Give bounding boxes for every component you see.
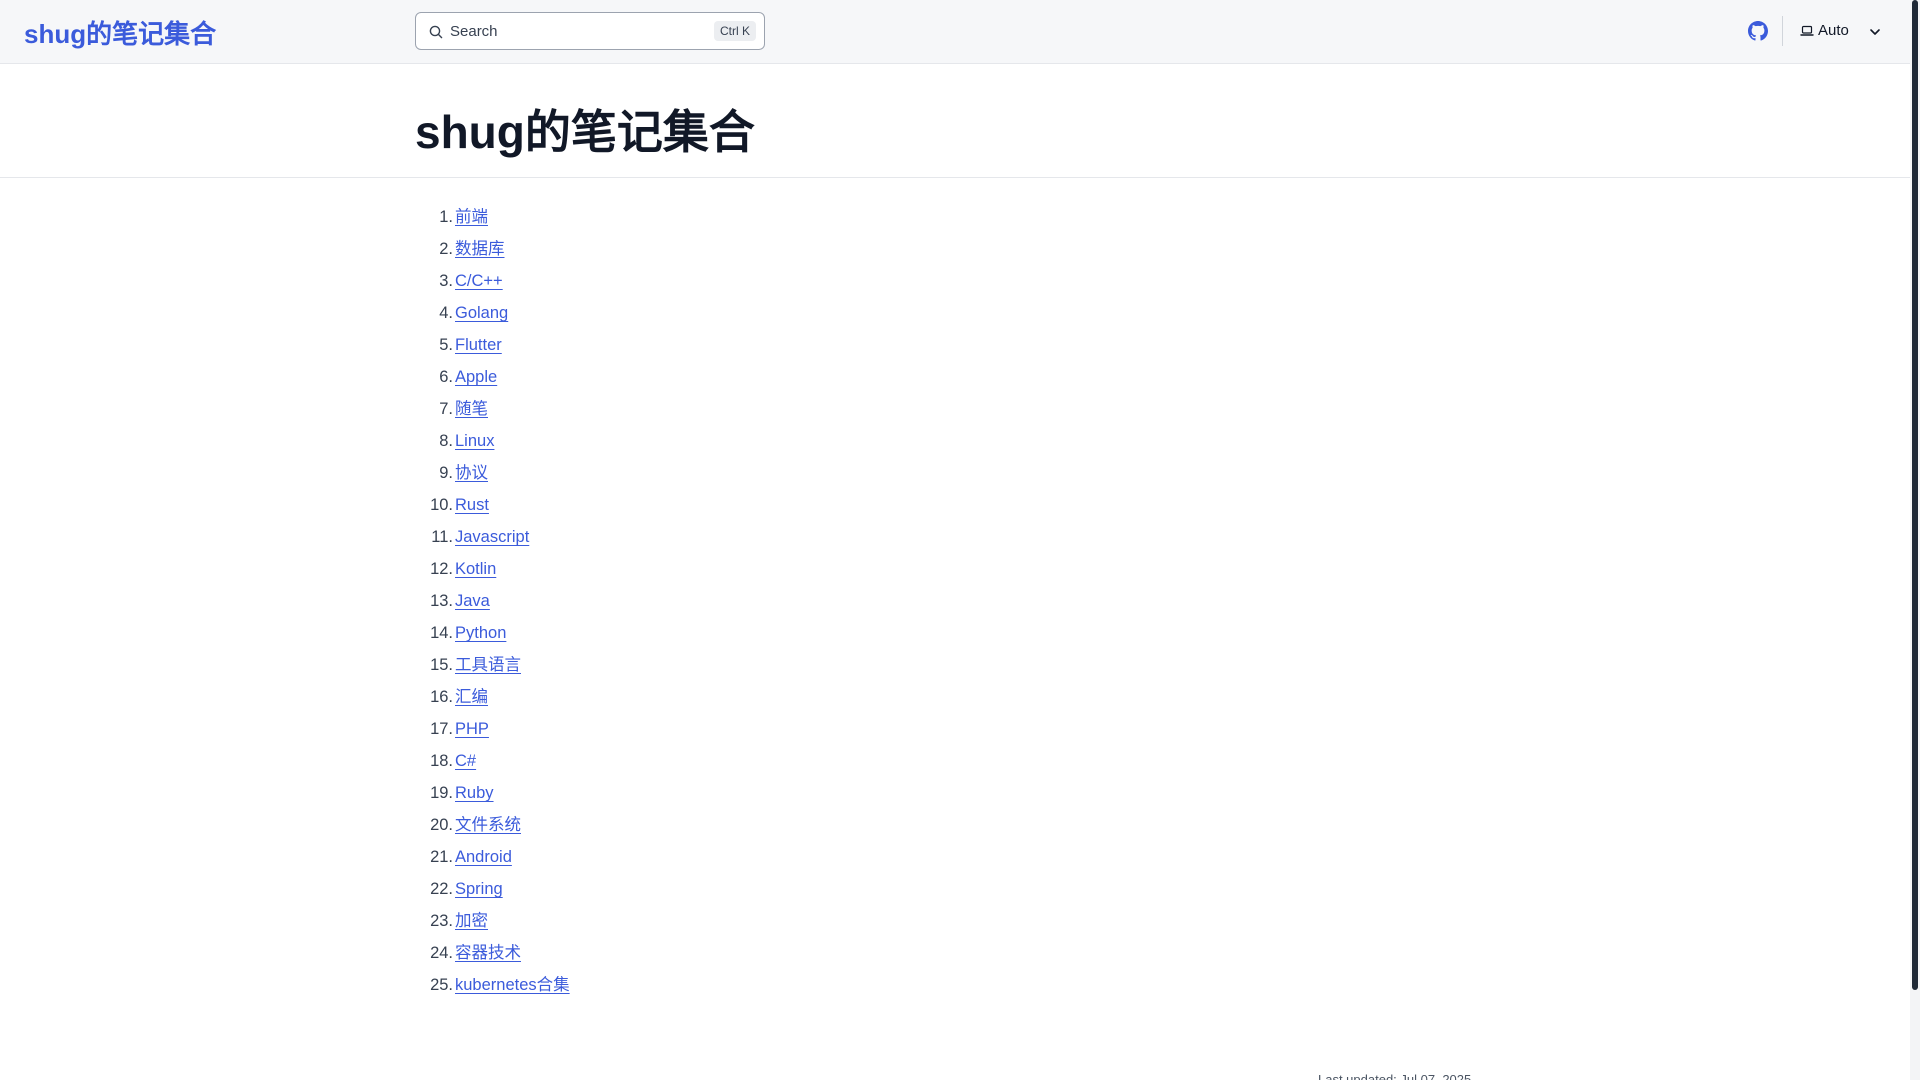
laptop-icon	[1800, 25, 1814, 36]
list-item-number: 14.	[430, 624, 453, 642]
list-item-number: 18.	[430, 752, 453, 770]
list-item-link[interactable]: Python	[455, 618, 506, 648]
list-item-link[interactable]: 工具语言	[455, 650, 521, 680]
list-item-number: 8.	[439, 432, 453, 450]
list-item-number: 21.	[430, 848, 453, 866]
list-item-number: 25.	[430, 976, 453, 994]
list-item-link[interactable]: 容器技术	[455, 938, 521, 968]
chevron-down-icon	[1870, 29, 1880, 35]
list-item-number: 10.	[430, 496, 453, 514]
theme-label: Auto	[1818, 22, 1849, 39]
top-navbar: shug的笔记集合 Ctrl K Auto	[0, 0, 1910, 64]
list-item-link[interactable]: Javascript	[455, 522, 529, 552]
list-item-link[interactable]: Spring	[455, 874, 503, 904]
list-item-link[interactable]: Kotlin	[455, 554, 496, 584]
list-item-number: 20.	[430, 816, 453, 834]
list-item-number: 6.	[439, 368, 453, 386]
list-item-link[interactable]: Apple	[455, 362, 497, 392]
list-item-number: 4.	[439, 304, 453, 322]
search-box[interactable]: Ctrl K	[415, 12, 765, 50]
list-item-link[interactable]: 协议	[455, 458, 488, 488]
page-title: shug的笔记集合	[415, 106, 755, 158]
list-item-number: 3.	[439, 272, 453, 290]
list-item-link[interactable]: Flutter	[455, 330, 502, 360]
search-shortcut-badge: Ctrl K	[714, 21, 756, 41]
list-item-link[interactable]: Java	[455, 586, 490, 616]
list-item-link[interactable]: 加密	[455, 906, 488, 936]
list-item-number: 24.	[430, 944, 453, 962]
list-item-number: 19.	[430, 784, 453, 802]
list-item-link[interactable]: 文件系统	[455, 810, 521, 840]
search-icon	[429, 25, 443, 39]
theme-select[interactable]: Auto	[1796, 18, 1888, 44]
list-item-number: 23.	[430, 912, 453, 930]
list-item-number: 5.	[439, 336, 453, 354]
list-item-link[interactable]: kubernetes合集	[455, 970, 570, 1000]
list-item-link[interactable]: 前端	[455, 202, 488, 232]
list-item-link[interactable]: Ruby	[455, 778, 494, 808]
list-item-link[interactable]: C#	[455, 746, 476, 776]
list-item-link[interactable]: PHP	[455, 714, 489, 744]
list-item-link[interactable]: 汇编	[455, 682, 488, 712]
list-item-number: 13.	[430, 592, 453, 610]
list-item-link[interactable]: Android	[455, 842, 512, 872]
list-item-number: 11.	[431, 528, 453, 546]
last-updated-text: Last updated: Jul 07, 2025	[1318, 1072, 1472, 1080]
page: shug的笔记集合 Ctrl K Auto shug的笔记集合 1.前端	[0, 0, 1920, 1080]
github-icon[interactable]	[1748, 21, 1768, 41]
search-input[interactable]	[450, 21, 690, 41]
list-item-number: 7.	[439, 400, 453, 418]
list-item-number: 1.	[439, 208, 453, 226]
list-item-number: 17.	[430, 720, 453, 738]
list-item-number: 2.	[439, 240, 453, 258]
list-item-number: 22.	[430, 880, 453, 898]
list-item-link[interactable]: Linux	[455, 426, 494, 456]
list-item-number: 16.	[430, 688, 453, 706]
list-item-link[interactable]: 随笔	[455, 394, 488, 424]
site-title-link[interactable]: shug的笔记集合	[24, 14, 216, 51]
list-item-number: 12.	[430, 560, 453, 578]
list-item-link[interactable]: 数据库	[455, 234, 505, 264]
header-divider	[1782, 16, 1783, 46]
list-item-link[interactable]: Golang	[455, 298, 508, 328]
list-item-link[interactable]: C/C++	[455, 266, 503, 296]
title-divider	[0, 177, 1910, 178]
list-item-number: 15.	[430, 656, 453, 674]
scrollbar-thumb[interactable]	[1912, 0, 1918, 990]
list-item-number: 9.	[439, 464, 453, 482]
list-item-link[interactable]: Rust	[455, 490, 489, 520]
